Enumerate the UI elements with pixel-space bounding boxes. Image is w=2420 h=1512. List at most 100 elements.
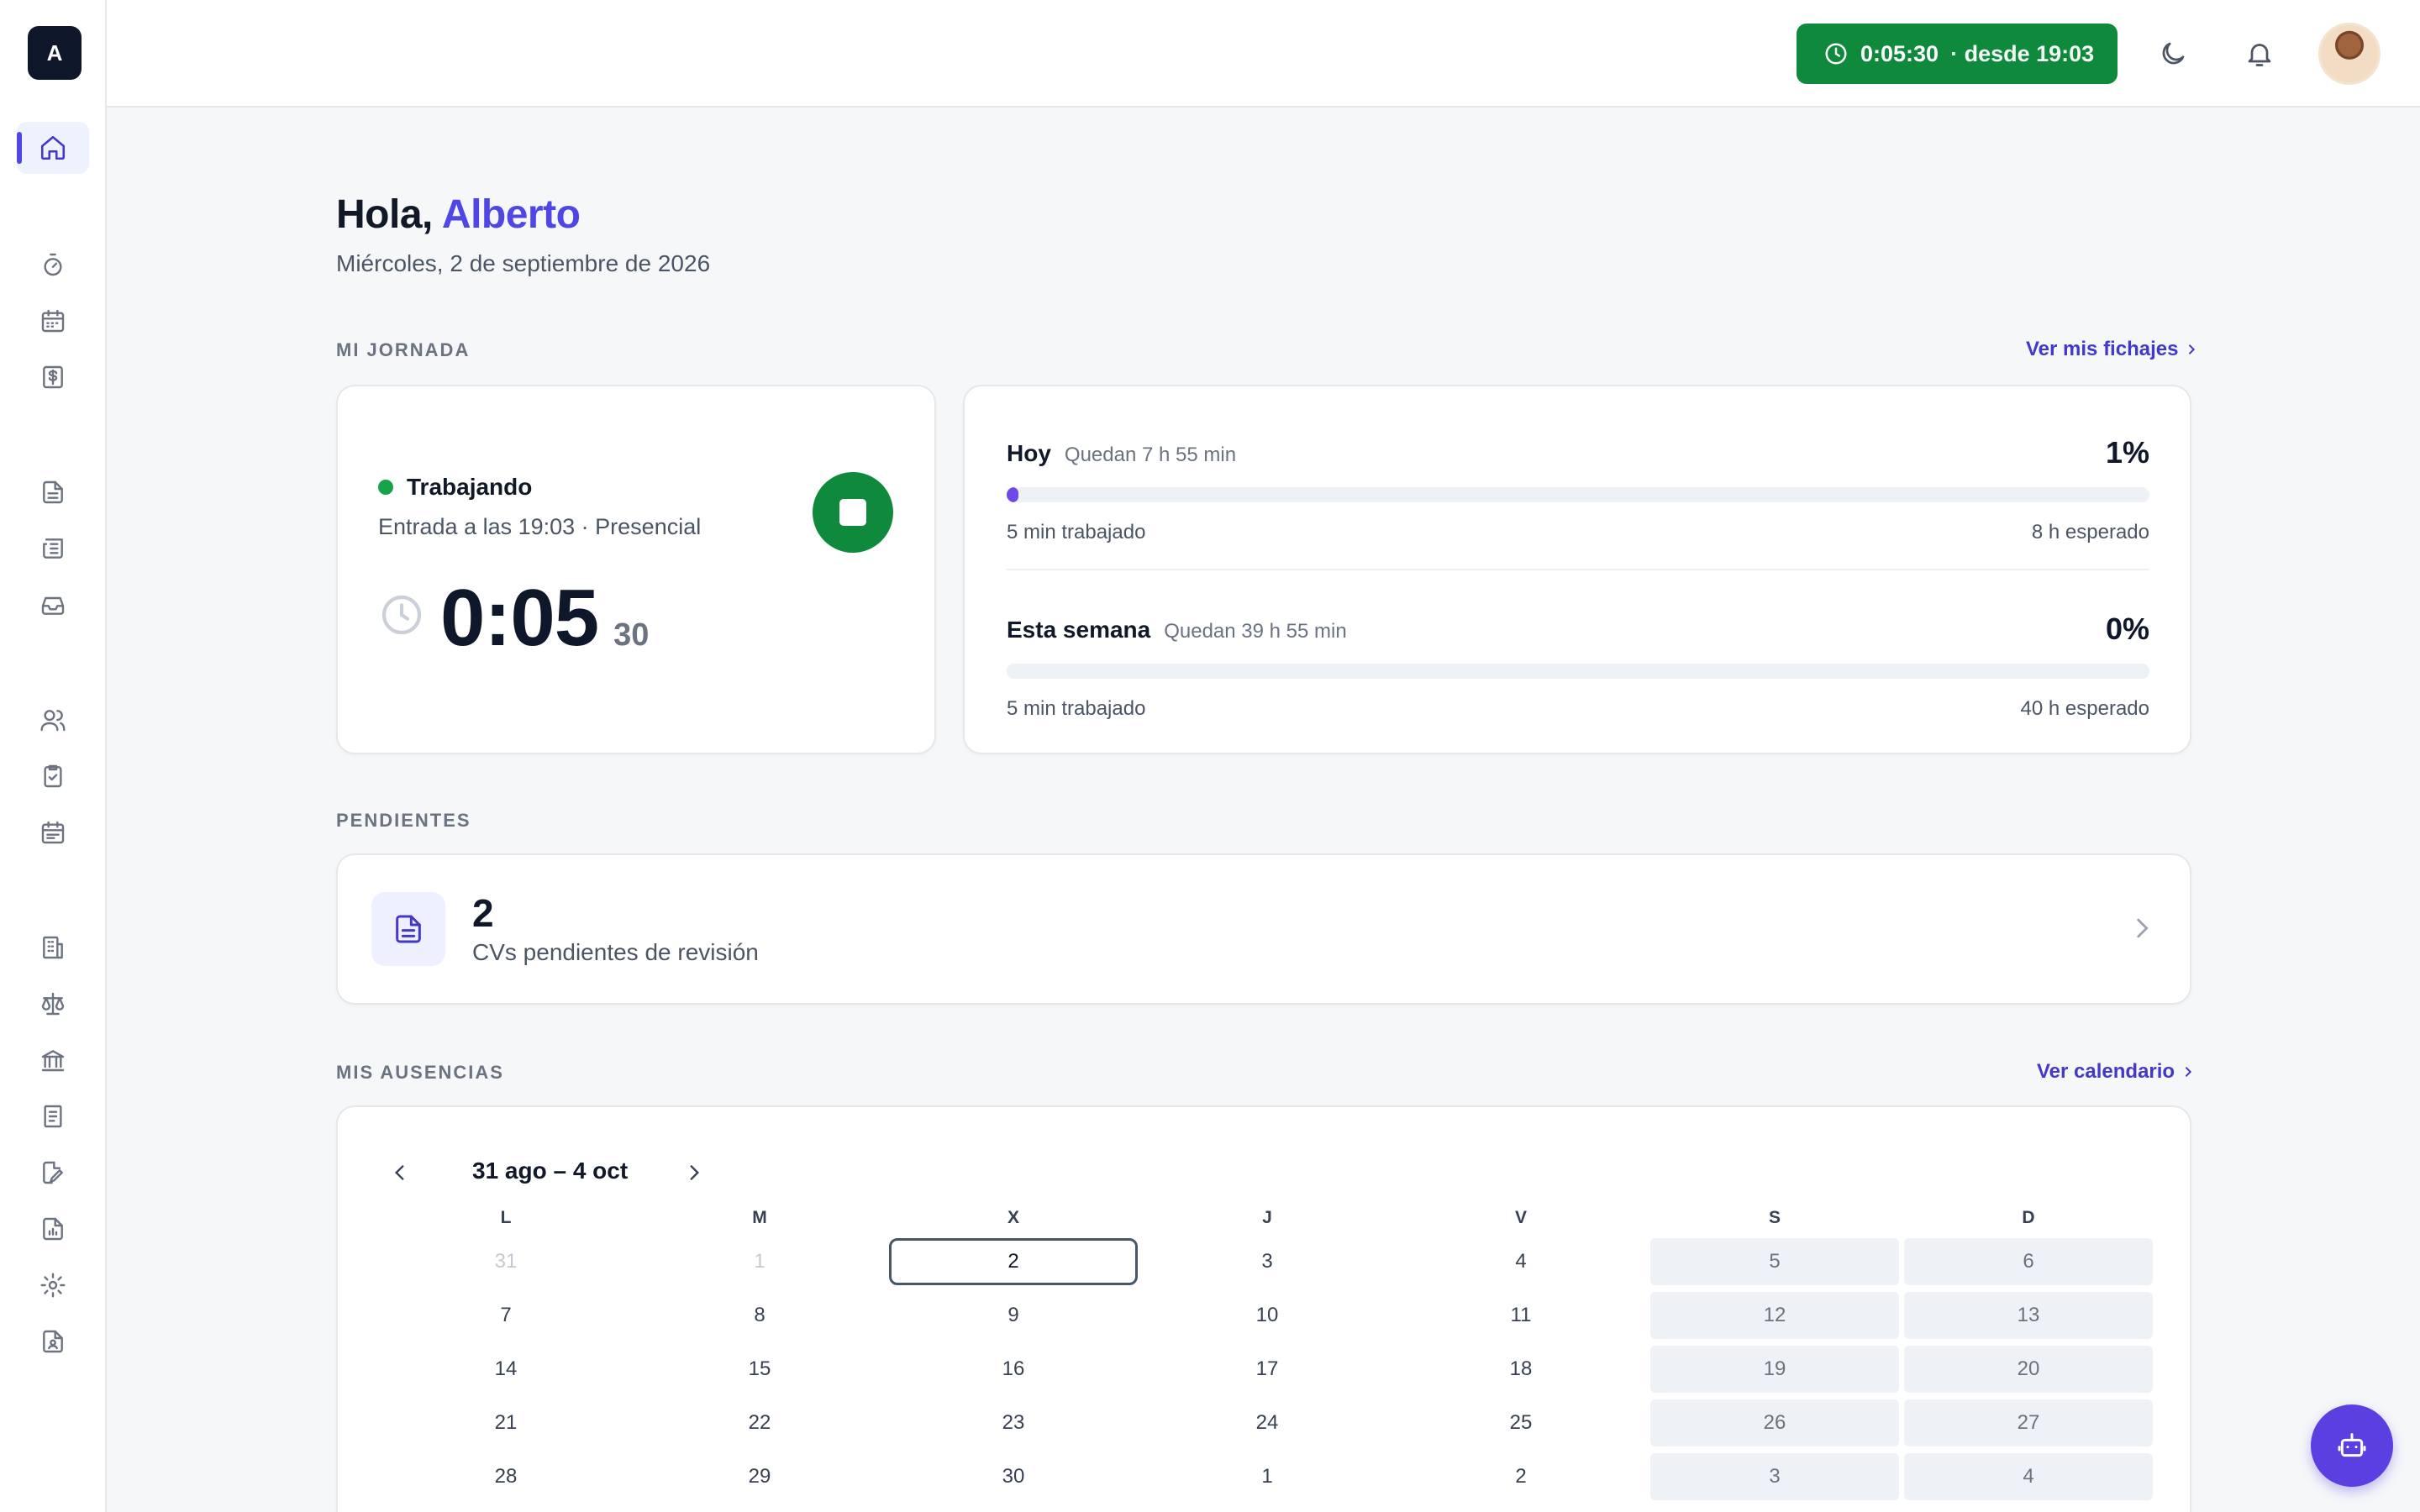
calendar-day[interactable]: 9 [889,1292,1138,1339]
calendar-day[interactable]: 31 [381,1238,630,1285]
file-edit-icon [39,1159,66,1186]
clipboard-check-icon [39,763,66,790]
sidebar-item-invoices[interactable] [17,1090,89,1142]
sidebar-item-company[interactable] [17,921,89,974]
sidebar-item-people[interactable] [17,694,89,746]
calendar-day[interactable]: 1 [1143,1453,1392,1500]
bank-icon [39,1047,66,1074]
view-clockings-link[interactable]: Ver mis fichajes [2026,338,2198,361]
sidebar-item-home[interactable] [17,122,89,174]
sidebar-item-inbox[interactable] [17,579,89,631]
sidebar-item-calendar[interactable] [17,295,89,347]
week-percent: 0% [2105,612,2149,646]
sidebar-item-contracts[interactable] [17,1315,89,1368]
calendar-day[interactable]: 4 [1904,1453,2153,1500]
calendar-day[interactable]: 18 [1397,1346,1645,1393]
file-user-icon [39,1328,66,1355]
weekday-header: L [500,1208,512,1227]
week-title: Esta semana [1007,617,1151,643]
document-icon [371,892,445,966]
next-month-button[interactable] [677,1156,711,1189]
calendar-day[interactable]: 22 [635,1399,884,1446]
view-calendar-link[interactable]: Ver calendario [2037,1060,2195,1084]
calendar-day[interactable]: 26 [1650,1399,1899,1446]
today-worked: 5 min trabajado [1007,521,1146,543]
calendar-day[interactable]: 30 [889,1453,1138,1500]
calendar-day[interactable]: 19 [1650,1346,1899,1393]
sidebar-item-analytics[interactable] [17,1203,89,1255]
calendar-day[interactable]: 5 [1650,1238,1899,1285]
notifications-button[interactable] [2234,29,2285,79]
calendar-day[interactable]: 17 [1143,1346,1392,1393]
calendar-day[interactable]: 3 [1143,1238,1392,1285]
calendar-day[interactable]: 28 [381,1453,630,1500]
week-remaining: Quedan 39 h 55 min [1164,620,1347,643]
sidebar-item-signatures[interactable] [17,1147,89,1199]
sidebar-item-schedule[interactable] [17,806,89,858]
weekday-header: V [1514,1208,1527,1227]
elapsed-time: 0:05 30 [378,578,649,659]
theme-toggle-button[interactable] [2148,29,2198,79]
calendar-day[interactable]: 25 [1397,1399,1645,1446]
calendar-day[interactable]: 10 [1143,1292,1392,1339]
calendar-day[interactable]: 11 [1397,1292,1645,1339]
pending-cvs-card[interactable]: 2 CVs pendientes de revisión [336,853,2191,1005]
status-label: Trabajando [407,474,533,500]
stop-timer-button[interactable] [813,472,893,553]
clock-outline-icon [378,591,425,638]
calendar-icon [39,307,66,334]
moon-icon [2158,39,2188,69]
absences-calendar-card: 31 ago – 4 oct L M X J V S D 31 1 2 3 4 5 6 7 8 9 10 11 12 1… [336,1105,2191,1512]
sidebar-item-documents[interactable] [17,466,89,518]
greeting-hello: Hola, [336,192,442,237]
view-calendar-label: Ver calendario [2037,1060,2175,1083]
calendar-day[interactable]: 20 [1904,1346,2153,1393]
calendar-day[interactable]: 13 [1904,1292,2153,1339]
app-logo[interactable]: A [28,26,82,80]
avatar[interactable] [2318,23,2381,85]
top-header: 0:05:30 · desde 19:03 [107,0,2420,108]
week-worked: 5 min trabajado [1007,697,1146,720]
sidebar-item-reports[interactable] [17,522,89,575]
calendar-day[interactable]: 24 [1143,1399,1392,1446]
robot-icon [2335,1429,2369,1462]
calendar-range: 31 ago – 4 oct [472,1158,629,1184]
calendar-day[interactable]: 29 [635,1453,884,1500]
chevron-right-icon [2181,1065,2195,1079]
work-status: Trabajando [378,474,532,501]
stopwatch-icon [39,251,66,278]
calendar-day[interactable]: 27 [1904,1399,2153,1446]
sidebar-item-settings[interactable] [17,1259,89,1311]
calendar-day[interactable]: 6 [1904,1238,2153,1285]
calendar-day[interactable]: 15 [635,1346,884,1393]
sidebar-item-legal[interactable] [17,978,89,1030]
progress-card: Hoy Quedan 7 h 55 min 1% 5 min trabajado 8… [963,385,2191,754]
assistant-bot-button[interactable] [2311,1404,2393,1487]
calendar-day[interactable]: 16 [889,1346,1138,1393]
calendar-day[interactable]: 4 [1397,1238,1645,1285]
active-timer-button[interactable]: 0:05:30 · desde 19:03 [1797,24,2118,84]
calendar-day[interactable]: 14 [381,1346,630,1393]
weekday-header: S [1768,1208,1781,1227]
document-icon [39,479,66,506]
calendar-day[interactable]: 23 [889,1399,1138,1446]
sidebar-item-tasks[interactable] [17,750,89,802]
calendar-day[interactable]: 8 [635,1292,884,1339]
calendar-day[interactable]: 21 [381,1399,630,1446]
stop-icon [839,499,866,526]
sidebar-item-timer[interactable] [17,239,89,291]
calendar-day[interactable]: 12 [1650,1292,1899,1339]
calendar-day[interactable]: 2 [889,1238,1138,1285]
calendar-day[interactable]: 2 [1397,1453,1645,1500]
calendar-day[interactable]: 3 [1650,1453,1899,1500]
timer-since: · desde 19:03 [1950,40,2095,66]
prev-month-button[interactable] [383,1156,417,1189]
calendar-day[interactable]: 1 [635,1238,884,1285]
sidebar-item-expenses[interactable] [17,351,89,403]
clock-icon [1823,41,1849,66]
home-icon [39,134,67,162]
calendar-day[interactable]: 7 [381,1292,630,1339]
week-progress-bar [1007,664,2149,679]
sidebar-item-bank[interactable] [17,1034,89,1086]
chevron-right-icon [2185,343,2198,356]
